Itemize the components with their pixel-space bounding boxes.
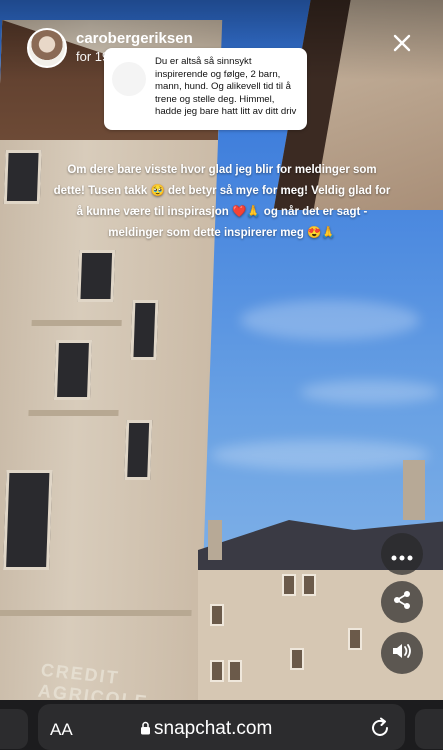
next-tab[interactable] bbox=[415, 709, 443, 749]
lock-icon bbox=[140, 721, 151, 735]
quoted-message: Du er altså så sinnsykt inspirerende og … bbox=[155, 56, 297, 118]
text-size-button[interactable]: AA bbox=[50, 720, 73, 740]
reload-icon[interactable] bbox=[368, 716, 392, 740]
share-icon bbox=[392, 590, 412, 615]
share-button[interactable] bbox=[381, 581, 423, 623]
username[interactable]: carobergeriksen bbox=[76, 30, 193, 47]
address-bar[interactable]: AA snapchat.com bbox=[38, 704, 405, 750]
more-icon bbox=[391, 541, 413, 567]
browser-toolbar: AA snapchat.com bbox=[0, 700, 443, 750]
quoted-message-card: Du er altså så sinnsykt inspirerende og … bbox=[104, 48, 307, 130]
close-button[interactable] bbox=[388, 30, 416, 58]
story-caption: Om dere bare visste hvor glad jeg blir f… bbox=[53, 164, 391, 239]
building-sign: CREDIT AGRICOLE bbox=[36, 659, 150, 700]
sound-icon bbox=[391, 642, 413, 665]
previous-tab[interactable] bbox=[0, 709, 28, 749]
quote-avatar bbox=[112, 62, 146, 96]
url-text[interactable]: snapchat.com bbox=[154, 718, 272, 740]
avatar[interactable] bbox=[27, 28, 67, 68]
close-icon bbox=[392, 29, 412, 59]
sound-button[interactable] bbox=[381, 632, 423, 674]
more-button[interactable] bbox=[381, 533, 423, 575]
